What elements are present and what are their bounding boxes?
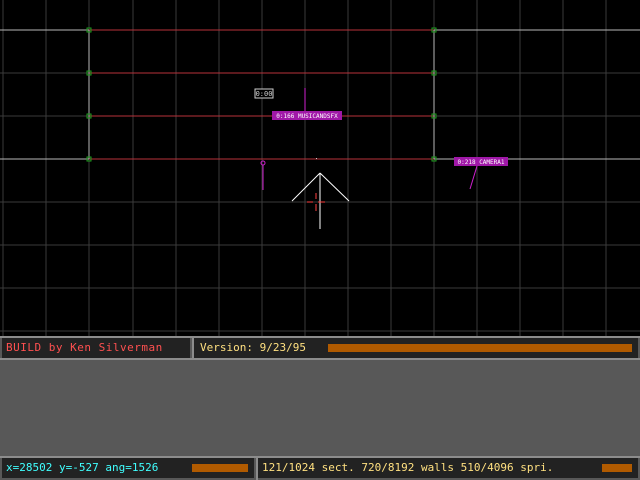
version-label: Version: 9/23/95 [200, 341, 306, 354]
sprite-tag-label: 0:218 CAMERA1 [458, 159, 505, 166]
panel-divider [0, 358, 640, 360]
sprite-tag-label: 0:00 [256, 90, 273, 98]
coords-readout: x=28502 y=-527 ang=1526 [6, 461, 159, 474]
stats-readout: 121/1024 sect. 720/8192 walls 510/4096 s… [262, 461, 554, 474]
stats-bar [602, 464, 632, 472]
version-bar [328, 344, 632, 352]
sprite-0-00[interactable]: 0:00 [254, 88, 274, 99]
sprite-tag-label: 0:166 MUSICANDSFX [276, 113, 338, 120]
app-title: BUILD by Ken Silverman [6, 341, 163, 354]
map-point [316, 158, 317, 159]
coords-bar [192, 464, 248, 472]
2d-map-view[interactable]: 0:00 0:166 MUSICANDSFX 0:218 CAMERA1 [0, 0, 640, 336]
